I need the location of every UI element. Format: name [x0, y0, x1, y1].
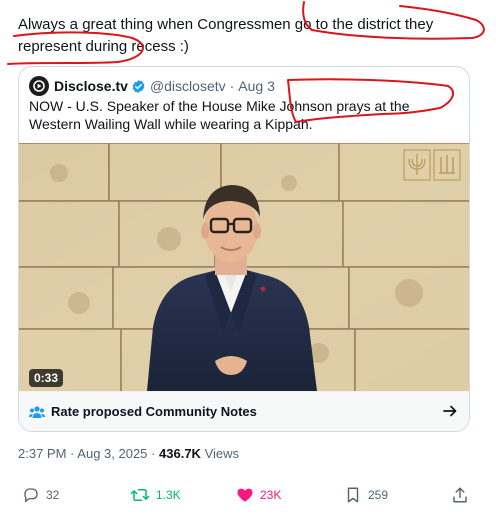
quoted-post-header: Disclose.tv @disclosetv · Aug 3 — [29, 76, 275, 96]
share-icon — [453, 487, 467, 503]
meta-separator: · — [151, 446, 156, 461]
meta-separator: · — [70, 446, 75, 461]
quoted-post-date[interactable]: Aug 3 — [238, 78, 275, 94]
bookmark-count: 259 — [368, 488, 389, 502]
post-text: Always a great thing when Congressmen go… — [18, 16, 434, 55]
like-icon — [237, 488, 253, 502]
repost-button[interactable]: 1.3K — [130, 486, 181, 504]
disclose-logo-icon[interactable] — [29, 76, 49, 96]
video-duration: 0:33 — [29, 369, 64, 387]
reply-count: 32 — [46, 488, 60, 502]
reply-icon — [24, 488, 38, 503]
verified-badge-icon — [131, 79, 146, 94]
video-frame — [19, 143, 469, 391]
views-count: 436.7K — [159, 446, 201, 461]
post-date[interactable]: Aug 3, 2025 — [77, 446, 147, 461]
video-player[interactable]: 0:33 — [19, 143, 469, 391]
watermark-emblem — [403, 149, 461, 181]
views-label: Views — [204, 446, 240, 461]
community-notes-label[interactable]: Rate proposed Community Notes — [51, 404, 257, 419]
quoted-separator: · — [229, 78, 235, 94]
arrow-right-icon[interactable] — [443, 404, 457, 421]
share-button[interactable] — [452, 486, 474, 504]
action-bar: 32 1.3K 23K 259 — [22, 486, 468, 504]
quoted-author-handle[interactable]: @disclosetv — [150, 78, 226, 94]
community-notes-icon — [29, 405, 45, 419]
like-button[interactable]: 23K — [236, 486, 281, 504]
post-meta: 2:37 PM · Aug 3, 2025 · 436.7K Views — [18, 446, 239, 461]
bookmark-icon — [347, 487, 359, 503]
quoted-post-card[interactable]: Disclose.tv @disclosetv · Aug 3 NOW - U.… — [18, 66, 470, 432]
quoted-post-text: NOW - U.S. Speaker of the House Mike Joh… — [29, 98, 410, 132]
quoted-author-name[interactable]: Disclose.tv — [54, 78, 128, 94]
post-time[interactable]: 2:37 PM — [18, 446, 66, 461]
community-notes-bar[interactable]: Rate proposed Community Notes — [19, 391, 469, 431]
reply-button[interactable]: 32 — [22, 486, 59, 504]
bookmark-button[interactable]: 259 — [344, 486, 388, 504]
repost-icon — [130, 489, 150, 501]
like-count: 23K — [260, 488, 282, 502]
repost-count: 1.3K — [156, 488, 181, 502]
